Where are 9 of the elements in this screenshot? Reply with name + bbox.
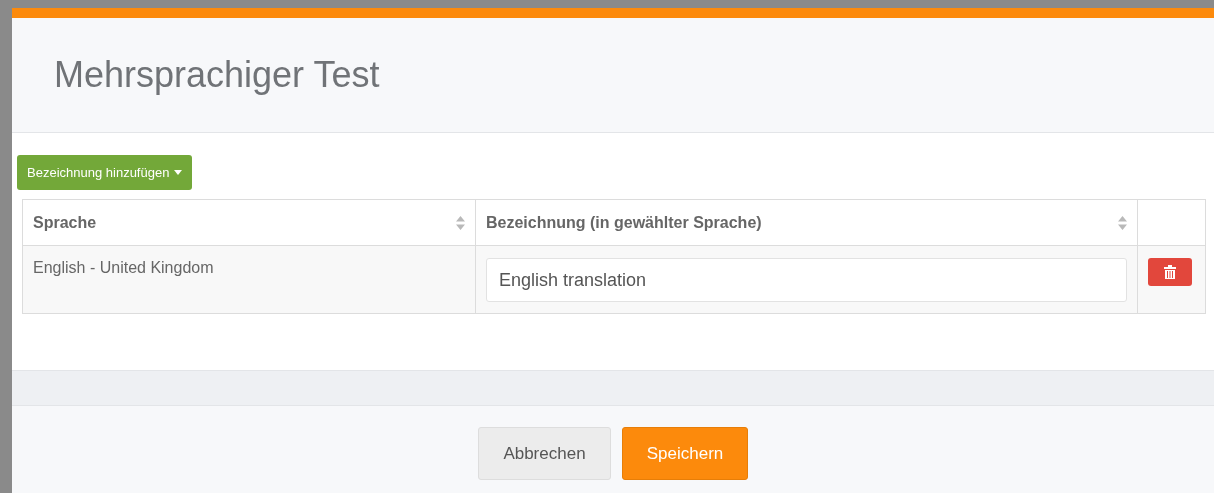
dialog-title: Mehrsprachiger Test [54, 54, 380, 96]
table-cell: English - United Kingdom [33, 259, 214, 276]
column-header: Sprache [33, 213, 97, 232]
caret-icon [174, 170, 183, 175]
column-header: Bezeichnung (in gewählter Sprache) [486, 213, 762, 232]
cancel-button[interactable]: Abbrechen [478, 427, 611, 480]
input-field[interactable]: English translation [486, 258, 1127, 302]
trash-icon [1164, 265, 1176, 279]
delete-button[interactable] [1148, 258, 1192, 286]
